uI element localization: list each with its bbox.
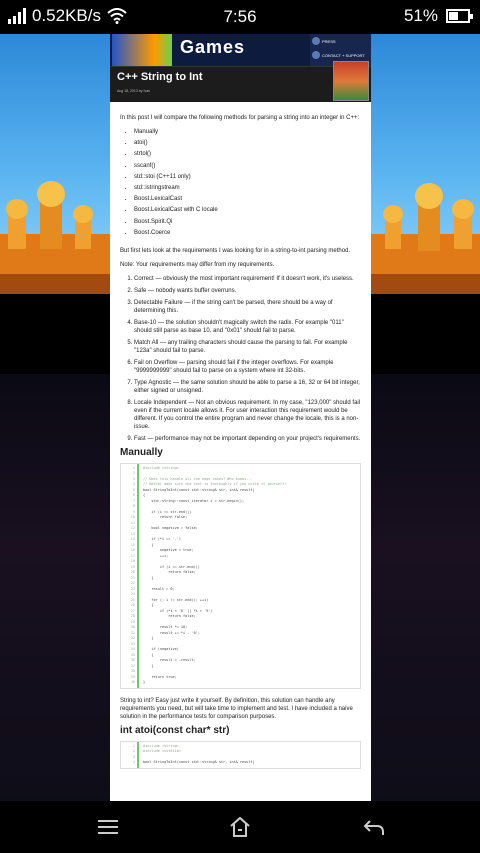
method-item: std::stoi (C++11 only): [134, 173, 361, 181]
requirements-list: Correct — obviously the most important r…: [120, 275, 361, 443]
author-avatar: [333, 61, 369, 101]
press-icon: [312, 37, 320, 45]
article-title: C++ String to Int: [117, 71, 203, 83]
method-item: strtol(): [134, 150, 361, 158]
palace-illustration-left: [0, 181, 110, 294]
code-block-atoi: 1234 #include <string> #include <cstdlib>…: [120, 740, 361, 769]
method-item: Boost.Coerce: [134, 229, 361, 237]
code-line: }: [143, 680, 146, 685]
code-line: bool StringToInt(const std::string& str,…: [143, 760, 255, 765]
method-item: atoi(): [134, 139, 361, 147]
code-source: #include <string> #include <cstdlib> bool…: [139, 742, 259, 768]
method-item: Boost.LexicalCast with C locale: [134, 206, 361, 214]
site-brand[interactable]: Games: [180, 37, 245, 58]
contact-icon: [312, 51, 320, 59]
method-item: std::istringstream: [134, 184, 361, 192]
code-line-numbers: 1234: [121, 741, 139, 768]
battery-icon: [446, 9, 473, 23]
requirement-item: Type Agnostic — the same solution should…: [134, 379, 361, 395]
section-heading-atoi: int atoi(const char* str): [120, 724, 230, 736]
method-item: Boost.Spirit.Qi: [134, 218, 361, 226]
requirement-item: Safe — nobody wants buffer overruns.: [134, 287, 361, 295]
line-number: 40: [130, 680, 135, 685]
method-item: Boost.LexicalCast: [134, 195, 361, 203]
site-logo[interactable]: [112, 34, 172, 66]
requirements-intro: But first lets look at the requirements …: [120, 247, 351, 254]
battery-percent: 51%: [403, 6, 438, 25]
methods-list: Manuallyatoi()strtol()sscanf()std::stoi …: [120, 128, 361, 237]
after-code-paragraph: String to int? Easy just write it yourse…: [120, 697, 353, 720]
intro-paragraph: In this post I will compare the followin…: [120, 115, 360, 121]
code-block-manual: 1 2 3 4 5 6 7 8 9 10 11 12 13 14 15 16 17 18 19 20 21 22 23 24 2…: [120, 462, 361, 689]
requirement-item: Detectable Failure — if the string can't…: [134, 299, 361, 315]
code-source: #include <string> // Does this handle al…: [139, 464, 290, 688]
status-bar: 0.52KB/s 7:56 51%: [0, 0, 480, 34]
method-item: sscanf(): [134, 162, 361, 170]
line-number: 4: [132, 760, 135, 765]
method-item: Manually: [134, 128, 361, 136]
code-line: // Better make sure the test is thorough…: [143, 482, 287, 487]
requirement-item: Fast — performance may not be important …: [134, 435, 361, 443]
requirement-item: Correct — obviously the most important r…: [134, 275, 361, 283]
back-icon[interactable]: [362, 815, 386, 839]
requirement-item: Base-10 — the solution shouldn't magical…: [134, 319, 361, 335]
nav-press[interactable]: PRESS: [310, 34, 371, 48]
requirements-note: Note: Your requirements may differ from …: [120, 261, 275, 268]
menu-icon[interactable]: [96, 815, 120, 839]
phone-screen: 0.52KB/s 7:56 51% Games PRESS CONTACT + …: [0, 0, 480, 853]
code-line-numbers: 1 2 3 4 5 6 7 8 9 10 11 12 13 14 15 16 17 18 19 20 21 22 23 24 2…: [121, 463, 139, 688]
home-icon[interactable]: [228, 815, 252, 839]
article-meta: Aug 18, 2013 by Ivan: [117, 89, 151, 93]
article-body: In this post I will compare the followin…: [110, 102, 371, 769]
requirement-item: Locale Independent — Not an obvious requ…: [134, 399, 361, 431]
section-heading-manually: Manually: [120, 446, 163, 458]
nav-contact[interactable]: CONTACT + SUPPORT: [310, 48, 371, 62]
palace-illustration-right: [370, 183, 480, 294]
site-banner: Games PRESS CONTACT + SUPPORT: [110, 34, 371, 66]
article-page: Games PRESS CONTACT + SUPPORT C++ String…: [110, 34, 371, 801]
requirement-item: Match All — any trailing characters shou…: [134, 339, 361, 355]
system-nav-bar: [0, 801, 480, 853]
requirement-item: Fail on Overflow — parsing should fail i…: [134, 359, 361, 375]
article-header: C++ String to Int Aug 18, 2013 by Ivan: [110, 61, 371, 102]
battery-status: 51%: [403, 6, 473, 26]
